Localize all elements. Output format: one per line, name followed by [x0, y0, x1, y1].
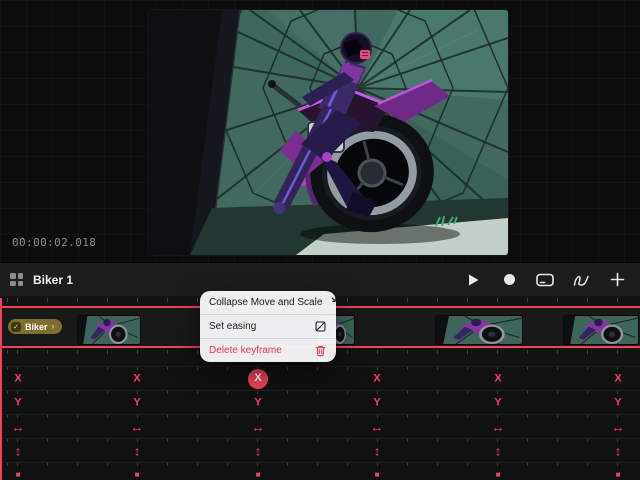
plus-icon	[610, 272, 624, 287]
keyframe-marker[interactable]: ■	[616, 470, 621, 479]
keyframe-marker[interactable]: ↕	[495, 444, 502, 457]
trash-icon	[314, 344, 327, 357]
keyframe-row-x: XXXXXX	[0, 366, 640, 390]
menu-item-collapse-move-and-scale[interactable]: Collapse Move and Scale	[200, 291, 336, 314]
keyframe-row-height: ↕ ↕ ↕ ↕ ↕ ↕	[0, 438, 640, 462]
keyframe-marker[interactable]: ↔	[371, 420, 384, 433]
keyframe-marker[interactable]: ↔	[131, 420, 144, 433]
keyframe-marker[interactable]: X	[494, 373, 501, 384]
track-chip[interactable]: ✓ Biker ›	[8, 319, 62, 334]
keyframe-marker[interactable]: ■	[256, 470, 261, 479]
filmstrip-thumbnail[interactable]	[78, 316, 140, 344]
filmstrip-thumbnail[interactable]	[564, 316, 638, 344]
world-canvas[interactable]: 00:00:02.018	[0, 0, 640, 262]
keyframe-marker[interactable]: ↕	[15, 444, 22, 457]
keyframe-marker[interactable]: X	[614, 373, 621, 384]
flipbook-button[interactable]	[536, 272, 554, 288]
keyframe-marker[interactable]: ↕	[374, 444, 381, 457]
record-button[interactable]	[500, 272, 518, 288]
record-icon	[503, 274, 515, 285]
keyframe-marker[interactable]: ↕	[615, 444, 622, 457]
menu-item-label: Delete keyframe	[209, 345, 282, 356]
track-title: Biker 1	[33, 272, 74, 287]
menu-item-set-easing[interactable]: Set easing	[200, 314, 336, 338]
keyframe-marker[interactable]: Y	[494, 397, 501, 408]
selected-keyframe-marker[interactable]: X	[248, 368, 268, 389]
keyframe-marker[interactable]: ■	[16, 470, 21, 479]
perform-button[interactable]	[572, 272, 590, 288]
thumbnail-art	[564, 316, 638, 344]
clip-preview[interactable]	[148, 10, 508, 255]
keyframe-marker[interactable]: X	[14, 373, 21, 384]
easing-icon	[314, 320, 327, 333]
keyframe-row-width: ↔ ↔ ↔ ↔ ↔ ↔	[0, 414, 640, 438]
keyframe-marker[interactable]: ↔	[492, 420, 505, 433]
keyframe-row-keyframes: ■ ■ ■ ■ ■ ■	[0, 462, 640, 480]
keyframe-marker[interactable]: ■	[135, 470, 140, 479]
play-button[interactable]	[464, 272, 482, 288]
thumbnail-art	[436, 316, 522, 344]
keyframe-marker[interactable]: ↔	[252, 420, 265, 433]
keyframe-marker[interactable]: ↕	[255, 444, 262, 457]
filmstrip-thumbnail[interactable]	[436, 316, 522, 344]
keyframe-marker[interactable]: Y	[614, 397, 621, 408]
keyframe-marker[interactable]: X	[133, 373, 140, 384]
app-window: 00:00:02.018 Biker 1 ✓ Biker › X X X X X…	[0, 0, 640, 480]
timecode: 00:00:02.018	[12, 236, 97, 249]
check-icon: ✓	[11, 321, 21, 332]
chevron-right-icon: ›	[51, 321, 55, 331]
menu-item-label: Set easing	[209, 321, 257, 332]
keyframe-marker[interactable]: Y	[133, 397, 140, 408]
menu-item-delete-keyframe[interactable]: Delete keyframe	[200, 338, 336, 362]
keyframe-marker[interactable]: Y	[373, 397, 380, 408]
keyframe-marker[interactable]: ↔	[612, 420, 625, 433]
keyframe-marker[interactable]: ■	[496, 470, 501, 479]
menu-item-label: Collapse Move and Scale	[209, 297, 323, 308]
keyframe-marker[interactable]: ↔	[12, 420, 25, 433]
keyframe-marker[interactable]: Y	[14, 397, 21, 408]
tracks-grid-icon[interactable]	[10, 273, 23, 286]
preview-artwork	[148, 10, 508, 255]
collapse-icon	[330, 296, 336, 309]
add-button[interactable]	[608, 272, 626, 288]
thumbnail-art	[78, 316, 140, 344]
keyframe-marker[interactable]: ↕	[134, 444, 141, 457]
playhead[interactable]	[0, 298, 2, 480]
track-chip-label: Biker	[25, 321, 48, 332]
context-menu[interactable]: Collapse Move and Scale Set easing Delete …	[200, 291, 336, 362]
keyframe-marker[interactable]: ■	[375, 470, 380, 479]
property-rows: X X X X X X Y Y Y Y Y Y ↔ ↔ ↔ ↔ ↔ ↔ ↕ ↕ ↕ ↕ ↕ ↕ ■ ■ ■ ■ ■ ■	[0, 366, 640, 480]
scribble-icon	[573, 275, 589, 286]
keyframe-marker[interactable]: Y	[254, 397, 261, 408]
keyframe-row-y: YYYYYY	[0, 390, 640, 414]
keyframe-marker[interactable]: X	[373, 373, 380, 384]
play-icon	[468, 274, 478, 285]
frame-icon	[536, 273, 554, 286]
